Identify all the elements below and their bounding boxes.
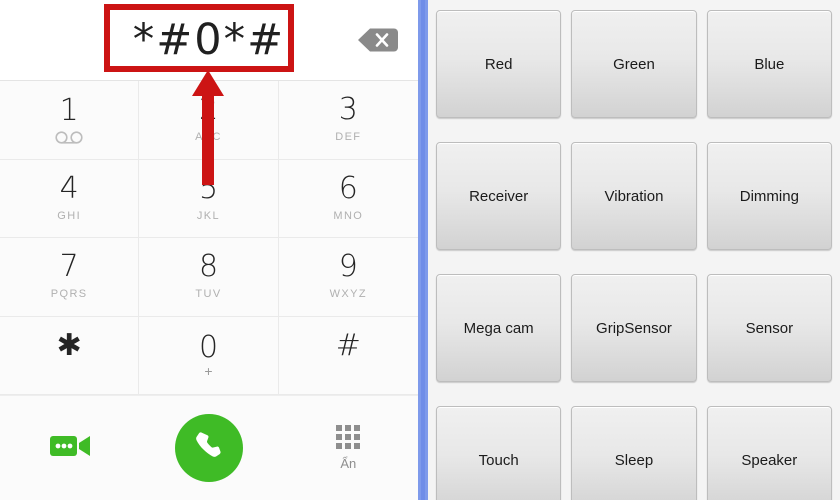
key-digit: 8 bbox=[198, 249, 219, 285]
dialpad-key-2[interactable]: 2 ABC bbox=[139, 81, 279, 160]
key-subtitle: + bbox=[204, 362, 213, 379]
key-digit: 5 bbox=[198, 170, 219, 206]
test-button-red[interactable]: Red bbox=[436, 10, 562, 118]
video-call-button[interactable] bbox=[49, 432, 91, 465]
dialpad-key-hash[interactable]: # bbox=[278, 316, 418, 395]
key-subtitle: ABC bbox=[195, 131, 222, 144]
keypad-grid-icon bbox=[336, 425, 361, 449]
test-button-mega-cam[interactable]: Mega cam bbox=[436, 274, 562, 382]
test-button-gripsensor[interactable]: GripSensor bbox=[571, 274, 697, 382]
key-subtitle: GHI bbox=[57, 209, 82, 222]
dialpad-key-star[interactable]: ✱ bbox=[0, 316, 140, 395]
key-subtitle: MNO bbox=[333, 209, 364, 222]
key-digit: 3 bbox=[338, 92, 358, 128]
voicemail-icon bbox=[55, 131, 83, 144]
key-digit: 6 bbox=[338, 170, 358, 206]
dialed-number-text[interactable]: *#0*# bbox=[133, 18, 285, 62]
phone-screenshot: *#0*# 1 2 ABC 3 DEF 4 GHI 5 JKL 6 MNO 7 … bbox=[0, 0, 840, 500]
test-button-dimming[interactable]: Dimming bbox=[706, 142, 832, 250]
video-camera-icon bbox=[49, 432, 91, 465]
dialpad-key-5[interactable]: 5 JKL bbox=[139, 159, 279, 238]
test-button-green[interactable]: Green bbox=[571, 10, 697, 118]
backspace-delete-icon[interactable] bbox=[358, 28, 398, 53]
test-button-receiver[interactable]: Receiver bbox=[436, 142, 562, 250]
test-button-sensor[interactable]: Sensor bbox=[706, 274, 832, 382]
hardware-test-menu-panel: Red Green Blue Receiver Vibration Dimmin… bbox=[428, 0, 840, 500]
test-button-blue[interactable]: Blue bbox=[706, 10, 832, 118]
dialpad-key-9[interactable]: 9 WXYZ bbox=[278, 238, 418, 317]
key-digit: # bbox=[335, 327, 361, 363]
dialpad-key-3[interactable]: 3 DEF bbox=[278, 81, 418, 160]
key-subtitle: JKL bbox=[196, 209, 221, 222]
dialpad-key-4[interactable]: 4 GHI bbox=[0, 159, 140, 238]
hide-keypad-button[interactable]: Ẩn bbox=[336, 425, 361, 471]
dialpad-key-0[interactable]: 0 + bbox=[139, 316, 279, 395]
dialpad-key-1[interactable]: 1 bbox=[0, 81, 140, 160]
test-button-sleep[interactable]: Sleep bbox=[571, 406, 697, 500]
key-digit: 2 bbox=[198, 92, 219, 128]
dialpad-grid: 1 2 ABC 3 DEF 4 GHI 5 JKL 6 MNO 7 PQRS 8… bbox=[0, 80, 418, 395]
dialer-panel: *#0*# 1 2 ABC 3 DEF 4 GHI 5 JKL 6 MNO 7 … bbox=[0, 0, 418, 500]
call-button[interactable] bbox=[174, 414, 243, 482]
panel-divider bbox=[418, 0, 428, 500]
dialer-action-bar: Ẩn bbox=[0, 395, 418, 500]
dialpad-key-6[interactable]: 6 MNO bbox=[278, 159, 418, 238]
key-subtitle: WXYZ bbox=[329, 288, 368, 301]
dialpad-key-8[interactable]: 8 TUV bbox=[139, 238, 279, 317]
key-digit: 7 bbox=[59, 249, 79, 285]
test-button-speaker[interactable]: Speaker bbox=[706, 406, 832, 500]
test-button-vibration[interactable]: Vibration bbox=[571, 142, 697, 250]
key-digit: ✱ bbox=[56, 327, 82, 363]
number-display-area[interactable]: *#0*# bbox=[0, 0, 418, 80]
key-subtitle: DEF bbox=[335, 131, 362, 144]
key-digit: 1 bbox=[59, 92, 79, 128]
test-button-touch[interactable]: Touch bbox=[436, 406, 562, 500]
dialpad-key-7[interactable]: 7 PQRS bbox=[0, 238, 140, 317]
phone-handset-icon bbox=[192, 429, 226, 468]
key-subtitle: PQRS bbox=[50, 288, 88, 301]
key-subtitle: TUV bbox=[195, 288, 222, 301]
key-digit: 9 bbox=[338, 249, 358, 285]
hide-keypad-label: Ẩn bbox=[340, 456, 357, 471]
key-digit: 4 bbox=[59, 170, 79, 206]
key-digit: 0 bbox=[198, 329, 219, 365]
